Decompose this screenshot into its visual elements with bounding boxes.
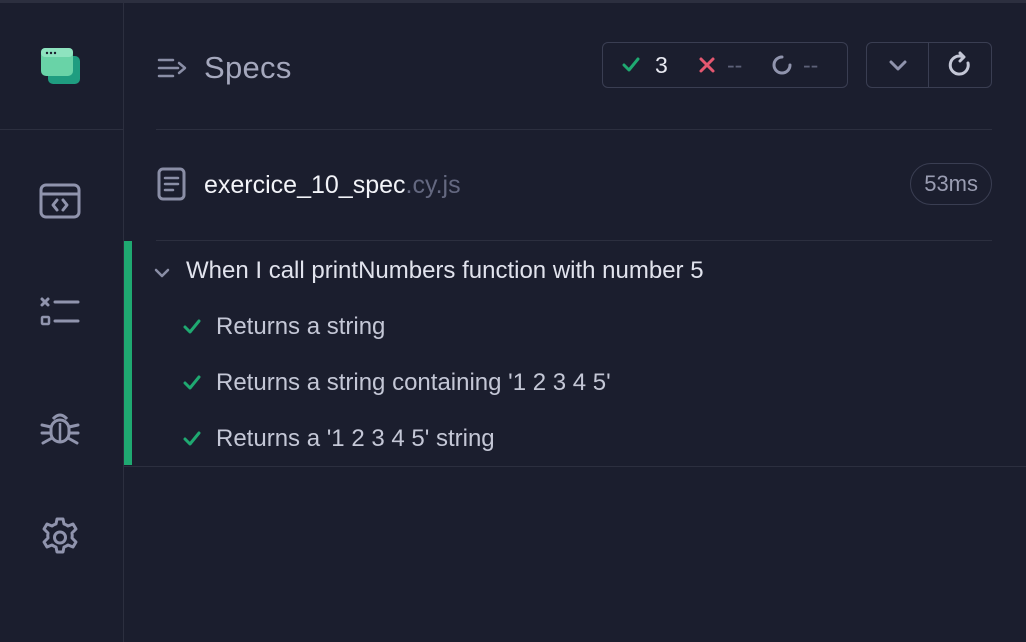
test-suite: When I call printNumbers function with n… [124, 241, 1026, 465]
test-label: Returns a string [216, 313, 386, 340]
pending-stat: -- [771, 43, 818, 87]
chevron-down-icon [889, 60, 906, 71]
main-panel: Specs 3 -- -- exercice_10_spec.cy.js 53m… [124, 3, 1026, 642]
passed-count: 3 [655, 51, 668, 78]
test-stats: 3 -- -- [602, 42, 848, 88]
test-item[interactable]: Returns a string containing '1 2 3 4 5' [182, 363, 611, 403]
suite-status-bar [124, 241, 132, 465]
file-icon [157, 167, 186, 201]
rerun-button[interactable] [929, 43, 991, 87]
spec-file-row: exercice_10_spec.cy.js 53ms [156, 163, 992, 213]
check-icon [183, 319, 201, 334]
sidebar [0, 3, 124, 642]
test-list-icon[interactable] [38, 291, 82, 335]
check-icon [183, 375, 201, 390]
collapse-all-button[interactable] [867, 43, 929, 87]
test-label: Returns a string containing '1 2 3 4 5' [216, 369, 611, 396]
check-icon [622, 57, 640, 72]
duration-badge: 53ms [910, 163, 992, 205]
loading-icon [772, 55, 792, 75]
test-label: Returns a '1 2 3 4 5' string [216, 425, 495, 452]
check-icon [183, 431, 201, 446]
failed-stat: -- [697, 43, 742, 87]
specs-list-icon [157, 58, 187, 78]
failed-count: -- [727, 51, 743, 78]
suite-title[interactable]: When I call printNumbers function with n… [186, 257, 704, 285]
suite-divider [124, 466, 1026, 467]
sidebar-logo-area [0, 3, 123, 130]
bug-icon[interactable] [38, 405, 82, 449]
runner-logo-icon[interactable] [40, 46, 82, 86]
test-item[interactable]: Returns a '1 2 3 4 5' string [182, 419, 495, 459]
spec-file-name[interactable]: exercice_10_spec.cy.js [204, 171, 461, 200]
browser-code-icon[interactable] [38, 179, 82, 223]
chevron-down-icon[interactable] [152, 263, 172, 283]
refresh-icon [948, 51, 970, 76]
spec-file-base: exercice_10_spec [204, 171, 406, 199]
test-item[interactable]: Returns a string [182, 307, 385, 347]
page-title: Specs [204, 50, 292, 85]
x-icon [699, 57, 715, 73]
spec-file-ext: .cy.js [405, 171, 461, 199]
pending-count: -- [803, 51, 819, 78]
run-controls [866, 42, 992, 88]
gear-icon[interactable] [38, 515, 82, 559]
passed-stat: 3 [621, 43, 668, 87]
header-divider [156, 129, 992, 130]
